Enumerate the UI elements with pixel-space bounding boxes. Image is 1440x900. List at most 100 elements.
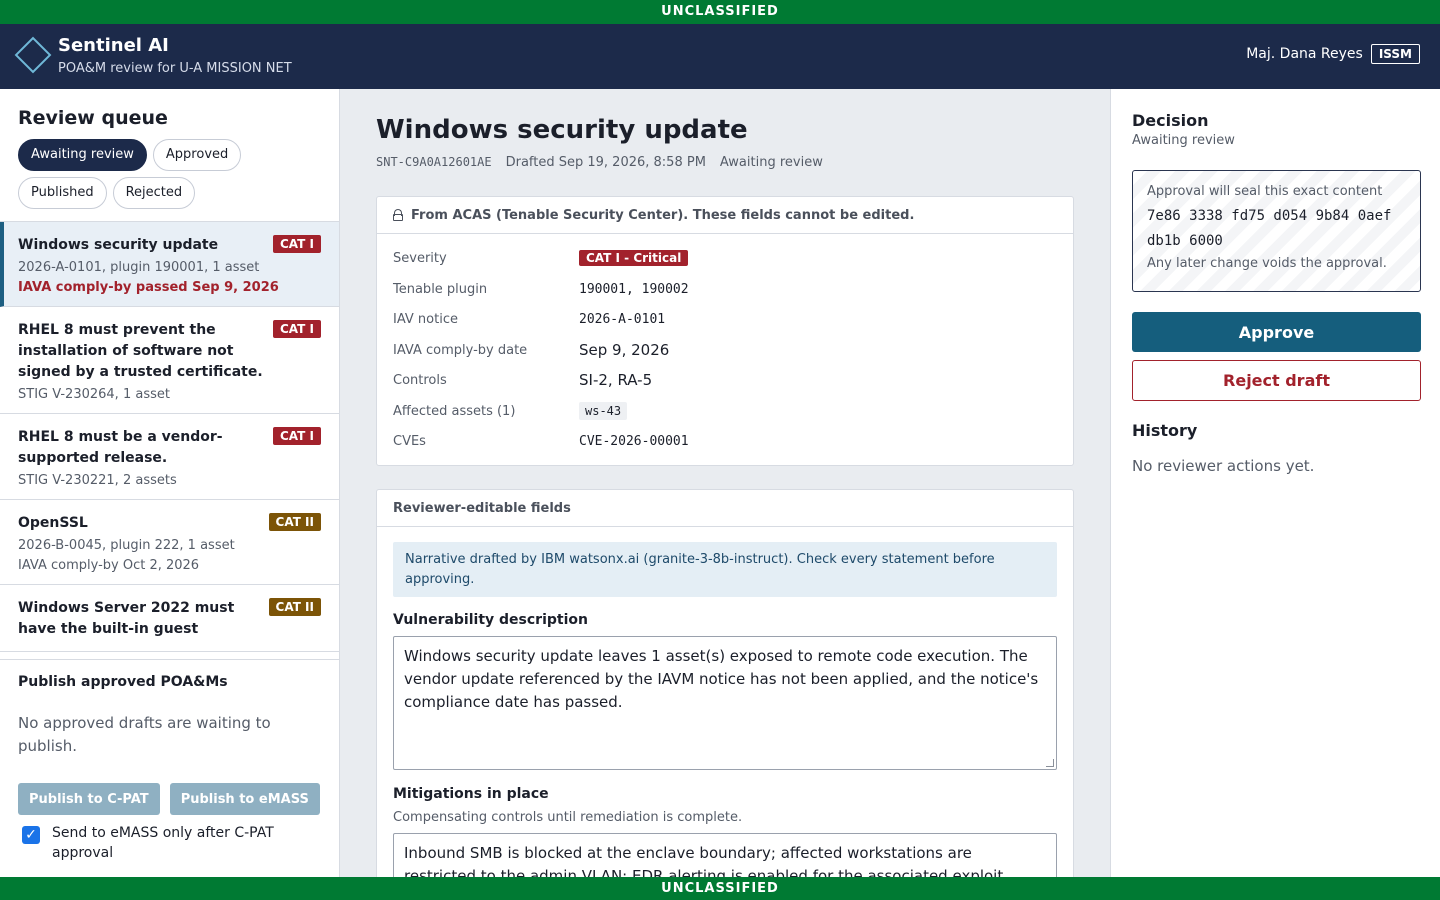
field-iav-notice: IAV notice 2026-A-0101: [393, 307, 1053, 331]
history-title: History: [1132, 421, 1198, 440]
role-badge: ISSM: [1370, 44, 1420, 64]
severity-badge: CAT II: [268, 598, 321, 616]
severity-badge: CAT I: [273, 427, 321, 445]
severity-badge: CAT I: [273, 235, 321, 253]
queue-item[interactable]: OpenSSL 2026-B-0045, plugin 222, 1 asset…: [0, 500, 339, 585]
draft-timestamp: Drafted Sep 19, 2026, 8:58 PM: [505, 155, 706, 170]
seal-note: Any later change voids the approval.: [1147, 256, 1387, 271]
classification-banner-bottom: UNCLASSIFIED: [0, 877, 1440, 900]
field-label: IAV notice: [393, 311, 458, 327]
queue-item[interactable]: Windows Server 2022 must have the built-…: [0, 585, 339, 652]
mitigations-label: Mitigations in place: [393, 786, 549, 802]
filter-approved[interactable]: Approved: [152, 139, 242, 171]
publish-buttons: Publish to C-PAT Publish to eMASS: [18, 783, 320, 815]
field-comply-by: IAVA comply-by date Sep 9, 2026: [393, 338, 1053, 362]
draft-id: SNT-C9A0A12601AE: [376, 155, 492, 169]
queue-item-meta: 2026-B-0045, plugin 222, 1 asset: [18, 538, 235, 553]
queue-item-due: IAVA comply-by Oct 2, 2026: [18, 558, 200, 573]
diamond-logo-icon: [14, 36, 52, 74]
draft-detail: Windows security update SNT-C9A0A12601AE…: [340, 89, 1110, 877]
queue-item-due: IAVA comply-by passed Sep 9, 2026: [18, 280, 279, 295]
approve-button[interactable]: Approve: [1132, 312, 1421, 352]
app-header: Sentinel AI POA&M review for U-A MISSION…: [0, 24, 1440, 89]
app-title: Sentinel AI: [58, 35, 169, 56]
field-label: Affected assets (1): [393, 403, 516, 419]
content-hash: 7e86 3338 fd75 d054 9b84 0aef db1b 6000: [1147, 208, 1392, 249]
resize-handle-icon[interactable]: [1046, 759, 1054, 767]
decision-panel: Decision Awaiting review Approval will s…: [1110, 89, 1440, 877]
field-plugin: Tenable plugin 190001, 190002: [393, 277, 1053, 301]
field-controls: Controls SI-2, RA-5: [393, 368, 1053, 392]
field-severity: Severity CAT I - Critical: [393, 246, 1053, 270]
reject-draft-button[interactable]: Reject draft: [1132, 360, 1421, 401]
asset-chip: ws-43: [579, 402, 628, 420]
decision-title: Decision: [1132, 111, 1209, 130]
field-value: 2026-A-0101: [579, 311, 666, 327]
queue-item[interactable]: Windows security update 2026-A-0101, plu…: [0, 222, 339, 307]
source-fields-card: From ACAS (Tenable Security Center). The…: [376, 196, 1074, 466]
description-label: Vulnerability description: [393, 612, 588, 628]
publish-empty-message: No approved drafts are waiting to publis…: [18, 714, 271, 755]
history-empty: No reviewer actions yet.: [1132, 457, 1315, 475]
queue-item-meta: STIG V-230221, 2 assets: [18, 473, 177, 488]
approval-seal-box: Approval will seal this exact content 7e…: [1132, 170, 1421, 292]
mitigations-text: Inbound SMB is blocked at the enclave bo…: [404, 844, 1008, 877]
field-value: SI-2, RA-5: [579, 371, 653, 389]
field-assets: Affected assets (1) ws-43: [393, 399, 1053, 423]
queue-item-title: OpenSSL: [18, 515, 88, 531]
field-value: CVE-2026-00001: [579, 433, 689, 449]
classification-banner-top: UNCLASSIFIED: [0, 0, 1440, 24]
queue-item[interactable]: RHEL 8 must prevent the installation of …: [0, 307, 339, 414]
severity-badge: CAT II: [268, 513, 321, 531]
field-value: Sep 9, 2026: [579, 341, 670, 359]
emass-after-cpat-option[interactable]: ✓ Send to eMASS only after C-PAT approva…: [22, 823, 292, 863]
emass-after-cpat-checkbox[interactable]: ✓: [22, 826, 40, 844]
queue-item-meta: STIG V-230264, 1 asset: [18, 387, 170, 402]
decision-status: Awaiting review: [1132, 133, 1235, 148]
mitigations-field[interactable]: Inbound SMB is blocked at the enclave bo…: [393, 833, 1057, 877]
user-name: Maj. Dana Reyes: [1246, 46, 1363, 62]
queue-filters: Awaiting review Approved Published Rejec…: [18, 139, 328, 209]
editable-fields-header: Reviewer-editable fields: [377, 490, 1073, 527]
filter-rejected[interactable]: Rejected: [112, 177, 196, 209]
draft-title: Windows security update: [376, 115, 748, 145]
lock-icon: [393, 209, 403, 221]
draft-meta: SNT-C9A0A12601AE Drafted Sep 19, 2026, 8…: [376, 155, 823, 170]
publish-cpat-button[interactable]: Publish to C-PAT: [18, 783, 160, 815]
publish-title: Publish approved POA&Ms: [18, 674, 228, 690]
review-queue-list[interactable]: Windows security update 2026-A-0101, plu…: [0, 221, 339, 659]
editable-fields-card: Reviewer-editable fields Narrative draft…: [376, 489, 1074, 877]
ai-draft-notice: Narrative drafted by IBM watsonx.ai (gra…: [393, 542, 1057, 597]
editable-fields-header-text: Reviewer-editable fields: [393, 500, 571, 516]
seal-intro: Approval will seal this exact content: [1147, 184, 1383, 199]
queue-item-title: Windows Server 2022 must have the built-…: [18, 600, 235, 637]
user-info: Maj. Dana Reyes ISSM: [1246, 44, 1420, 64]
field-label: CVEs: [393, 433, 426, 449]
queue-item[interactable]: RHEL 8 must be a vendor-supported releas…: [0, 414, 339, 500]
queue-item-title: Windows security update: [18, 237, 219, 253]
app-subtitle: POA&M review for U-A MISSION NET: [58, 61, 292, 76]
description-field[interactable]: Windows security update leaves 1 asset(s…: [393, 636, 1057, 770]
field-label: Controls: [393, 372, 447, 388]
description-text: Windows security update leaves 1 asset(s…: [404, 647, 1039, 711]
draft-status: Awaiting review: [719, 155, 823, 170]
severity-badge: CAT I - Critical: [579, 250, 689, 266]
source-fields-header-text: From ACAS (Tenable Security Center). The…: [411, 207, 915, 223]
field-label: Tenable plugin: [393, 281, 488, 297]
field-label: IAVA comply-by date: [393, 342, 528, 358]
queue-item-meta: 2026-A-0101, plugin 190001, 1 asset: [18, 260, 260, 275]
publish-emass-button[interactable]: Publish to eMASS: [169, 783, 320, 815]
source-fields-header: From ACAS (Tenable Security Center). The…: [377, 197, 1073, 234]
severity-badge: CAT I: [273, 320, 321, 338]
queue-item-title: RHEL 8 must be a vendor-supported releas…: [18, 429, 223, 466]
mitigations-help: Compensating controls until remediation …: [393, 810, 743, 825]
field-cves: CVEs CVE-2026-00001: [393, 429, 1053, 453]
review-queue-title: Review queue: [18, 107, 168, 129]
filter-awaiting-review[interactable]: Awaiting review: [18, 139, 147, 171]
emass-after-cpat-label: Send to eMASS only after C-PAT approval: [52, 825, 274, 861]
field-value: 190001, 190002: [579, 281, 689, 297]
field-label: Severity: [393, 250, 447, 266]
queue-item-title: RHEL 8 must prevent the installation of …: [18, 322, 263, 380]
publish-panel: Publish approved POA&Ms No approved draf…: [0, 659, 339, 877]
filter-published[interactable]: Published: [18, 177, 107, 209]
